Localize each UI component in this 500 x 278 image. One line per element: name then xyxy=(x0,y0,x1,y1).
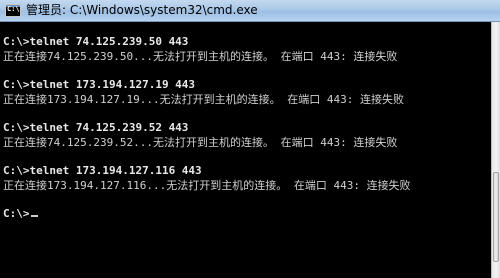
console-output-line: 正在连接173.194.127.19...无法打开到主机的连接。 在端口 443… xyxy=(3,93,404,106)
console-command-line: C:\>telnet 173.194.127.116 443 xyxy=(3,164,202,177)
console-prompt-line: C:\> xyxy=(3,207,38,220)
console-command-line: C:\>telnet 74.125.239.52 443 xyxy=(3,121,189,134)
icon-prompt-text: C:\ xyxy=(7,5,20,13)
cmd-window: C:\ 管理员: C:\Windows\system32\cmd.exe C:\… xyxy=(0,0,500,278)
title-bar[interactable]: C:\ 管理员: C:\Windows\system32\cmd.exe xyxy=(0,0,500,22)
cmd-app-icon[interactable]: C:\ xyxy=(5,4,21,17)
console-command-line: C:\>telnet 173.194.127.19 443 xyxy=(3,78,196,91)
window-title: 管理员: C:\Windows\system32\cmd.exe xyxy=(26,3,258,17)
text-cursor xyxy=(30,215,38,217)
scrollbar-thumb[interactable] xyxy=(493,172,499,262)
console-command-line: C:\>telnet 74.125.239.50 443 xyxy=(3,35,189,48)
vertical-scrollbar[interactable] xyxy=(491,22,500,278)
console-output-line: 正在连接74.125.239.50...无法打开到主机的连接。 在端口 443:… xyxy=(3,50,398,63)
console-output-line: 正在连接74.125.239.52...无法打开到主机的连接。 在端口 443:… xyxy=(3,136,398,149)
console-output-line: 正在连接173.194.127.116...无法打开到主机的连接。 在端口 44… xyxy=(3,179,411,192)
console-area[interactable]: C:\>telnet 74.125.239.50 443 正在连接74.125.… xyxy=(0,22,491,278)
console-prompt: C:\> xyxy=(3,207,30,220)
